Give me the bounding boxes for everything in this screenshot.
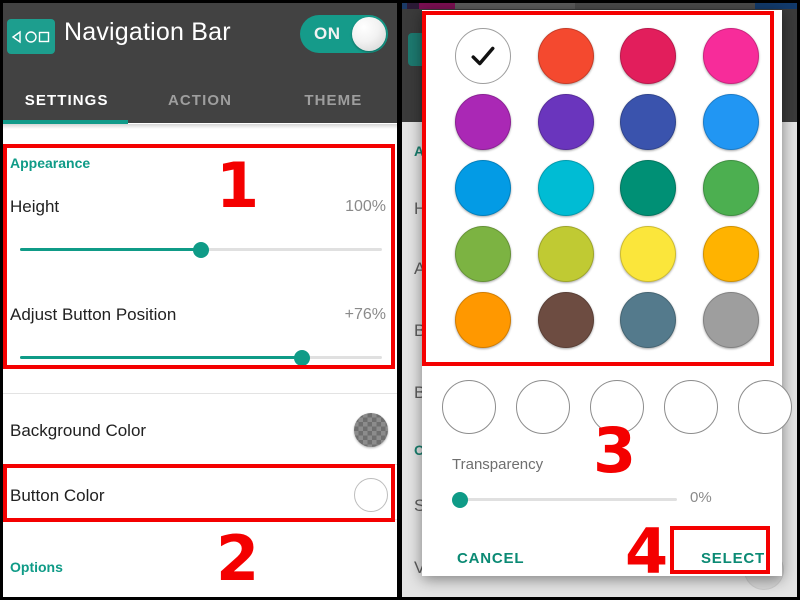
row-label-button-color: Button Color [10,486,105,505]
alpha-preview-row [442,380,800,434]
color-swatch-grid [442,28,772,348]
divider-2 [0,464,400,465]
color-swatch-red[interactable] [537,28,594,84]
screenshot-root: Navigation Bar ON SETTINGS ACTION THEME … [0,0,800,600]
button-color-swatch[interactable] [354,478,388,512]
navigation-bar-icon [7,19,55,54]
status-seg-e [575,0,755,9]
color-swatch-crimson[interactable] [620,28,677,84]
transparency-value: 0% [690,489,712,506]
color-swatch-lime[interactable] [537,226,594,282]
status-seg-b [407,0,419,9]
color-swatch-magenta[interactable] [455,94,512,150]
color-swatch-hot-pink[interactable] [702,28,759,84]
tab-theme[interactable]: THEME [267,78,400,123]
color-swatch-light-green[interactable] [455,226,512,282]
background-color-swatch[interactable] [354,413,388,447]
navigation-bar-toggle[interactable]: ON [300,15,388,53]
cancel-button[interactable]: CANCEL [457,550,524,567]
color-swatch-orange[interactable] [455,292,512,348]
status-seg-c [419,0,455,9]
color-picker-dialog: Transparency 0% CANCEL SELECT [422,10,792,576]
alpha-swatch-2[interactable] [516,380,570,434]
alpha-swatch-3[interactable] [590,380,644,434]
section-header-appearance: Appearance [10,155,91,171]
alpha-swatch-4[interactable] [664,380,718,434]
slider-adjust-thumb[interactable] [294,349,311,366]
status-seg-a [400,0,407,9]
tab-bar: SETTINGS ACTION THEME [0,78,400,123]
app-bar: Navigation Bar ON [0,0,400,78]
check-icon [471,46,495,66]
color-swatch-yellow[interactable] [620,226,677,282]
color-swatch-brown[interactable] [537,292,594,348]
divider-3 [0,519,400,520]
slider-adjust-fill [20,356,303,359]
color-swatch-amber[interactable] [702,226,759,282]
color-swatch-grey[interactable] [702,292,759,348]
color-swatch-cyan[interactable] [537,160,594,216]
divider-1 [0,393,400,394]
tab-action[interactable]: ACTION [133,78,266,123]
transparency-slider[interactable] [452,491,677,508]
page-title: Navigation Bar [64,18,231,46]
alpha-swatch-1[interactable] [442,380,496,434]
left-panel-settings-screen: Navigation Bar ON SETTINGS ACTION THEME … [0,0,400,600]
right-panel-color-picker-screen: Appearance Height Adjust Button Position… [400,0,800,600]
tab-bar-shadow [0,124,400,129]
status-seg-d [455,0,575,9]
color-swatch-sky-blue[interactable] [455,160,512,216]
color-swatch-blue[interactable] [702,94,759,150]
color-swatch-white-selected[interactable] [455,28,512,84]
transparency-slider-thumb[interactable] [452,491,468,508]
select-button[interactable]: SELECT [701,550,765,567]
row-label-height: Height [10,197,60,216]
toggle-knob[interactable] [352,17,386,51]
status-seg-f [755,0,800,9]
transparency-label: Transparency [452,456,544,473]
slider-adjust-button-position[interactable] [20,349,382,366]
color-swatch-indigo[interactable] [620,94,677,150]
status-bar-strip [400,0,800,9]
toggle-label: ON [314,24,341,43]
row-label-background-color: Background Color [10,421,147,440]
slider-height-thumb[interactable] [193,241,209,258]
tab-settings[interactable]: SETTINGS [0,78,133,123]
slider-height[interactable] [20,241,382,258]
row-label-adjust-button-position: Adjust Button Position [10,305,177,324]
slider-height-fill [20,248,201,251]
section-header-options: Options [10,559,63,575]
alpha-swatch-5[interactable] [738,380,792,434]
color-swatch-green[interactable] [702,160,759,216]
color-swatch-teal[interactable] [620,160,677,216]
row-value-height: 100% [345,198,386,215]
row-value-adjust-button-position: +76% [344,306,386,323]
color-swatch-violet[interactable] [537,94,594,150]
color-swatch-blue-grey[interactable] [620,292,677,348]
